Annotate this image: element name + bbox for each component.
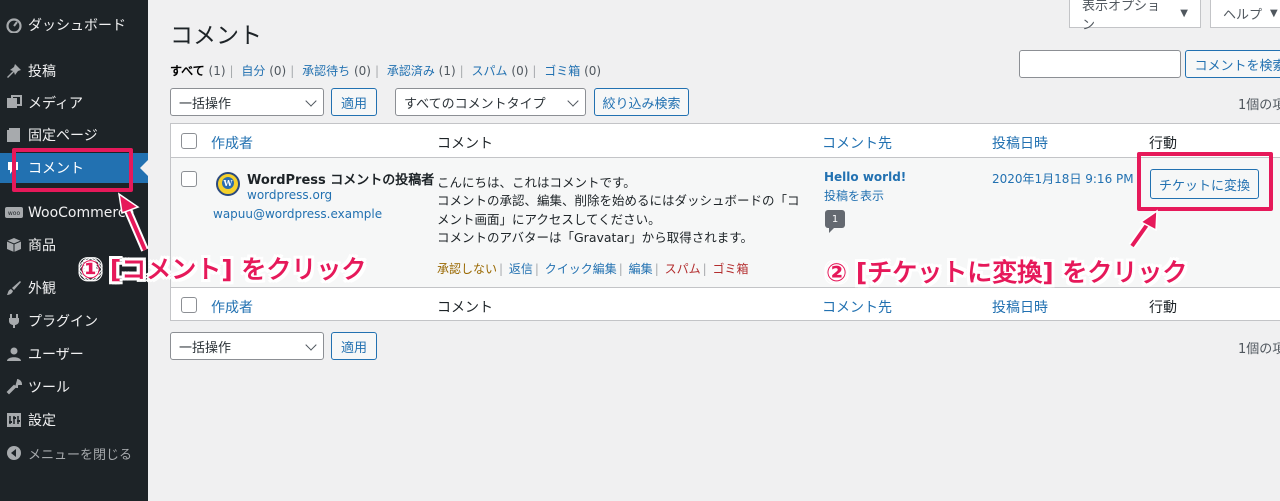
arrow-icon [117, 192, 149, 252]
annotation-step-1: ① [コメント] をクリック [80, 255, 367, 284]
annotation-step-2: ② [チケットに変換] をクリック [826, 258, 1188, 287]
arrow-icon [1128, 209, 1158, 249]
